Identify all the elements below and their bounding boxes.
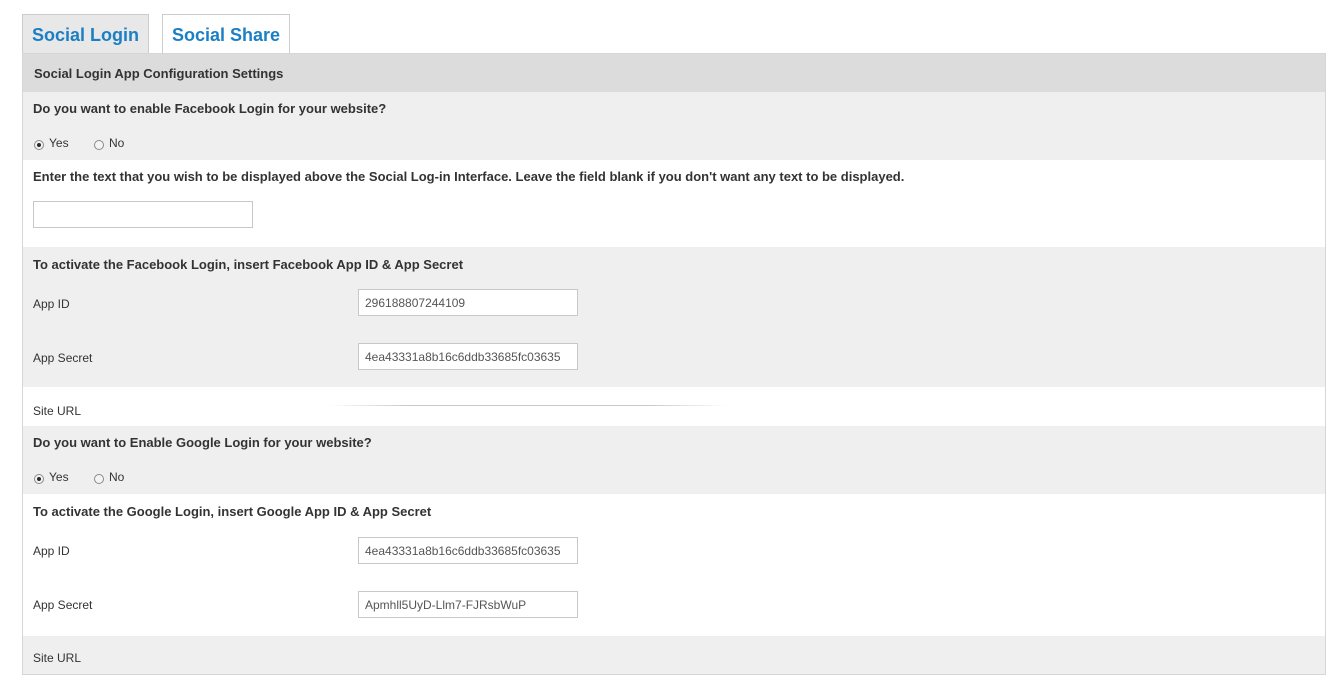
display-text-section: Enter the text that you wish to be displ… bbox=[23, 160, 1325, 247]
display-text-input[interactable] bbox=[33, 201, 253, 228]
google-app-id-input[interactable] bbox=[358, 537, 578, 564]
settings-panel: Social Login App Configuration Settings … bbox=[22, 53, 1326, 675]
google-site-url-label: Site URL bbox=[33, 651, 82, 665]
facebook-no-radio[interactable] bbox=[94, 140, 104, 150]
facebook-no-label[interactable]: No bbox=[109, 136, 124, 150]
facebook-enable-section: Do you want to enable Facebook Login for… bbox=[23, 92, 1325, 160]
google-no-label[interactable]: No bbox=[109, 470, 124, 484]
facebook-app-section: To activate the Facebook Login, insert F… bbox=[23, 247, 1325, 387]
tab-social-share[interactable]: Social Share bbox=[162, 14, 290, 53]
display-text-prompt: Enter the text that you wish to be displ… bbox=[33, 169, 905, 184]
facebook-site-url-label: Site URL bbox=[33, 404, 82, 418]
google-yes-label[interactable]: Yes bbox=[49, 470, 69, 484]
google-app-id-label: App ID bbox=[33, 544, 70, 558]
google-activate-heading: To activate the Google Login, insert Goo… bbox=[33, 504, 432, 519]
facebook-yes-radio[interactable] bbox=[34, 140, 44, 150]
facebook-activate-heading: To activate the Facebook Login, insert F… bbox=[33, 257, 464, 272]
tab-social-login[interactable]: Social Login bbox=[22, 14, 149, 54]
facebook-app-id-label: App ID bbox=[33, 297, 70, 311]
google-site-url-section: Site URL bbox=[23, 636, 1325, 674]
google-no-radio[interactable] bbox=[94, 474, 104, 484]
panel-header: Social Login App Configuration Settings bbox=[23, 54, 1325, 92]
facebook-site-url-field[interactable] bbox=[328, 405, 728, 406]
facebook-yes-label[interactable]: Yes bbox=[49, 136, 69, 150]
facebook-app-id-input[interactable] bbox=[358, 289, 578, 316]
facebook-app-secret-input[interactable] bbox=[358, 343, 578, 370]
facebook-site-url-section: Site URL bbox=[23, 387, 1325, 426]
facebook-app-secret-label: App Secret bbox=[33, 351, 93, 365]
google-app-secret-input[interactable] bbox=[358, 591, 578, 618]
google-app-secret-label: App Secret bbox=[33, 598, 93, 612]
facebook-enable-question: Do you want to enable Facebook Login for… bbox=[33, 101, 387, 116]
panel-title: Social Login App Configuration Settings bbox=[34, 66, 284, 81]
google-yes-radio[interactable] bbox=[34, 474, 44, 484]
google-enable-section: Do you want to Enable Google Login for y… bbox=[23, 426, 1325, 494]
google-app-section: To activate the Google Login, insert Goo… bbox=[23, 494, 1325, 636]
google-enable-question: Do you want to Enable Google Login for y… bbox=[33, 435, 372, 450]
